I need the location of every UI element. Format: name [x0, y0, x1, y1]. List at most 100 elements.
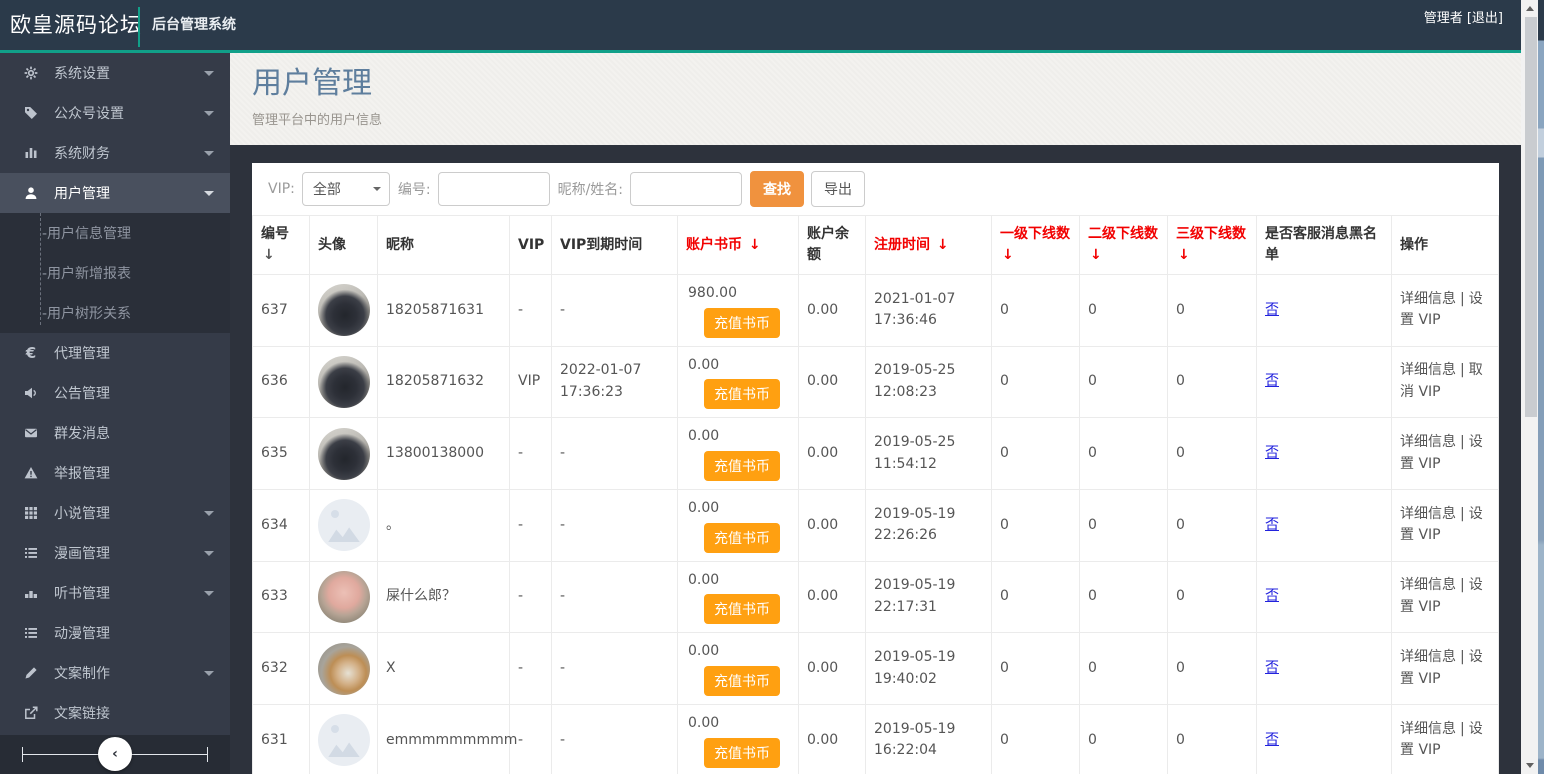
sidebar-item-report-management[interactable]: 举报管理	[0, 453, 230, 493]
detail-link[interactable]: 详细信息	[1400, 506, 1456, 522]
sort-down-icon: ↓	[1178, 247, 1190, 263]
scrollbar-up-button[interactable]	[1521, 0, 1538, 17]
vip-cell: -	[509, 274, 552, 347]
vip-filter-select[interactable]: 全部	[301, 172, 390, 206]
column-header-level3-downline[interactable]: 三级下线数 ↓	[1167, 215, 1257, 275]
column-header-level2-downline[interactable]: 二级下线数 ↓	[1079, 215, 1168, 275]
nickname-cell: 屎什么郎？	[377, 560, 510, 634]
sort-down-icon: ↓	[936, 236, 949, 253]
detail-link[interactable]: 详细信息	[1400, 649, 1456, 665]
logout-link[interactable]: [退出]	[1467, 11, 1503, 26]
table-row: 631 emmmmmmmmm - - 0.00 充值书币 0.00 2019-0…	[252, 704, 1499, 774]
sort-down-icon: ↓	[1090, 247, 1102, 263]
register-time-cell: 2019-05-19 22:17:31	[865, 560, 992, 634]
recharge-coins-button[interactable]: 充值书币	[704, 522, 780, 553]
blacklist-toggle-link[interactable]: 否	[1265, 732, 1279, 748]
nickname-input[interactable]	[630, 172, 743, 206]
column-header-level1-downline[interactable]: 一级下线数 ↓	[991, 215, 1080, 275]
column-header-avatar: 头像	[309, 215, 378, 275]
blacklist-toggle-link[interactable]: 否	[1265, 445, 1279, 461]
level3-downline-cell: 0	[1167, 704, 1257, 774]
recharge-coins-button[interactable]: 充值书币	[704, 594, 780, 625]
sidebar-item-comic-management[interactable]: 漫画管理	[0, 533, 230, 573]
column-header-coins[interactable]: 账户书币 ↓	[677, 215, 799, 275]
sidebar-item-anime-management[interactable]: 动漫管理	[0, 613, 230, 653]
balance-cell: 0.00	[798, 704, 866, 774]
table-row: 637 18205871631 - - 980.00 充值书币 0.00 202…	[252, 274, 1499, 347]
sidebar-item-label: 动漫管理	[54, 626, 110, 642]
sidebar-subitem-user-tree[interactable]: -用户树形关系	[0, 293, 230, 333]
detail-link[interactable]: 详细信息	[1400, 721, 1456, 737]
sidebar-item-copywriting-production[interactable]: 文案制作	[0, 653, 230, 693]
recharge-coins-button[interactable]: 充值书币	[704, 737, 780, 768]
blacklist-toggle-link[interactable]: 否	[1265, 660, 1279, 676]
detail-link[interactable]: 详细信息	[1400, 434, 1456, 450]
sidebar-item-announcement-management[interactable]: 公告管理	[0, 373, 230, 413]
column-header-id[interactable]: 编号 ↓	[252, 215, 310, 275]
brand-title: 欧皇源码论坛	[10, 13, 142, 37]
column-header-register-time[interactable]: 注册时间 ↓	[865, 215, 992, 275]
sidebar-subitem-label: -用户信息管理	[42, 226, 132, 242]
sidebar-item-label: 公告管理	[54, 386, 110, 402]
coins-value: 980.00	[688, 285, 737, 301]
vip-expire-cell: -	[551, 560, 678, 634]
sidebar-item-official-account-settings[interactable]: 公众号设置	[0, 93, 230, 133]
scrollbar-thumb[interactable]	[1525, 17, 1537, 417]
level2-downline-cell: 0	[1079, 632, 1168, 706]
vip-expire-cell: -	[551, 417, 678, 491]
sidebar-item-system-settings[interactable]: 系统设置	[0, 53, 230, 93]
sidebar-item-label: 用户管理	[54, 186, 110, 202]
blacklist-toggle-link[interactable]: 否	[1265, 588, 1279, 604]
chevron-down-icon	[204, 551, 214, 561]
sidebar-item-system-finance[interactable]: 系统财务	[0, 133, 230, 173]
coins-value: 0.00	[688, 571, 720, 588]
collapse-button[interactable]: ‹	[98, 737, 132, 771]
recharge-coins-button[interactable]: 充值书币	[704, 666, 780, 697]
scrollbar-down-button[interactable]	[1521, 757, 1538, 774]
warning-icon	[22, 465, 40, 481]
actions-cell: 详细信息 | 设置 VIP	[1391, 489, 1499, 562]
sidebar-item-novel-management[interactable]: 小说管理	[0, 493, 230, 533]
sidebar-item-audiobook-management[interactable]: 听书管理	[0, 573, 230, 613]
vip-expire-cell: -	[551, 704, 678, 774]
recharge-coins-button[interactable]: 充值书币	[704, 451, 780, 482]
brand-divider	[138, 7, 140, 47]
sort-down-icon: ↓	[263, 247, 275, 263]
search-button[interactable]: 查找	[750, 171, 805, 207]
balance-cell: 0.00	[798, 274, 866, 347]
sidebar-item-bulk-message[interactable]: 群发消息	[0, 413, 230, 453]
detail-link[interactable]: 详细信息	[1400, 291, 1456, 307]
vip-cell: -	[509, 560, 552, 634]
avatar	[318, 499, 370, 552]
sidebar-item-user-management[interactable]: 用户管理	[0, 173, 230, 213]
sidebar-collapse-widget: ‹	[0, 735, 230, 774]
recharge-coins-button[interactable]: 充值书币	[704, 379, 780, 410]
column-header-actions: 操作	[1391, 215, 1499, 275]
coins-cell: 980.00 充值书币	[677, 274, 799, 347]
chevron-down-icon	[204, 671, 214, 681]
sidebar-subitem-user-info[interactable]: -用户信息管理	[0, 213, 230, 253]
table-row: 633 屎什么郎？ - - 0.00 充值书币 0.00 2019-05-19 …	[252, 560, 1499, 634]
export-button[interactable]: 导出	[811, 171, 866, 207]
level1-downline-cell: 0	[991, 274, 1080, 347]
vertical-scrollbar[interactable]	[1521, 0, 1538, 774]
blacklist-toggle-link[interactable]: 否	[1265, 373, 1279, 389]
detail-link[interactable]: 详细信息	[1400, 362, 1456, 378]
sidebar-item-copywriting-link[interactable]: 文案链接	[0, 693, 230, 733]
chevron-down-icon	[372, 187, 381, 195]
accent-divider	[0, 50, 1521, 53]
nickname-cell: 18205871631	[377, 274, 510, 347]
coins-cell: 0.00 充值书币	[677, 489, 799, 562]
user-id-input[interactable]	[437, 172, 550, 206]
nickname-cell: 。	[377, 489, 510, 562]
main-content: 用户管理 管理平台中的用户信息 VIP: 全部 编号: 昵称/姓名: 查找 导出	[230, 53, 1521, 774]
nickname-cell: emmmmmmmmm	[377, 704, 517, 774]
blacklist-toggle-link[interactable]: 否	[1265, 302, 1279, 318]
sidebar-item-agent-management[interactable]: € 代理管理	[0, 333, 230, 373]
sidebar-subitem-user-report[interactable]: -用户新增报表	[0, 253, 230, 293]
detail-link[interactable]: 详细信息	[1400, 577, 1456, 593]
user-icon	[22, 185, 40, 201]
recharge-coins-button[interactable]: 充值书币	[704, 307, 780, 338]
blacklist-toggle-link[interactable]: 否	[1265, 517, 1279, 533]
blacklist-cell: 否	[1256, 704, 1392, 774]
